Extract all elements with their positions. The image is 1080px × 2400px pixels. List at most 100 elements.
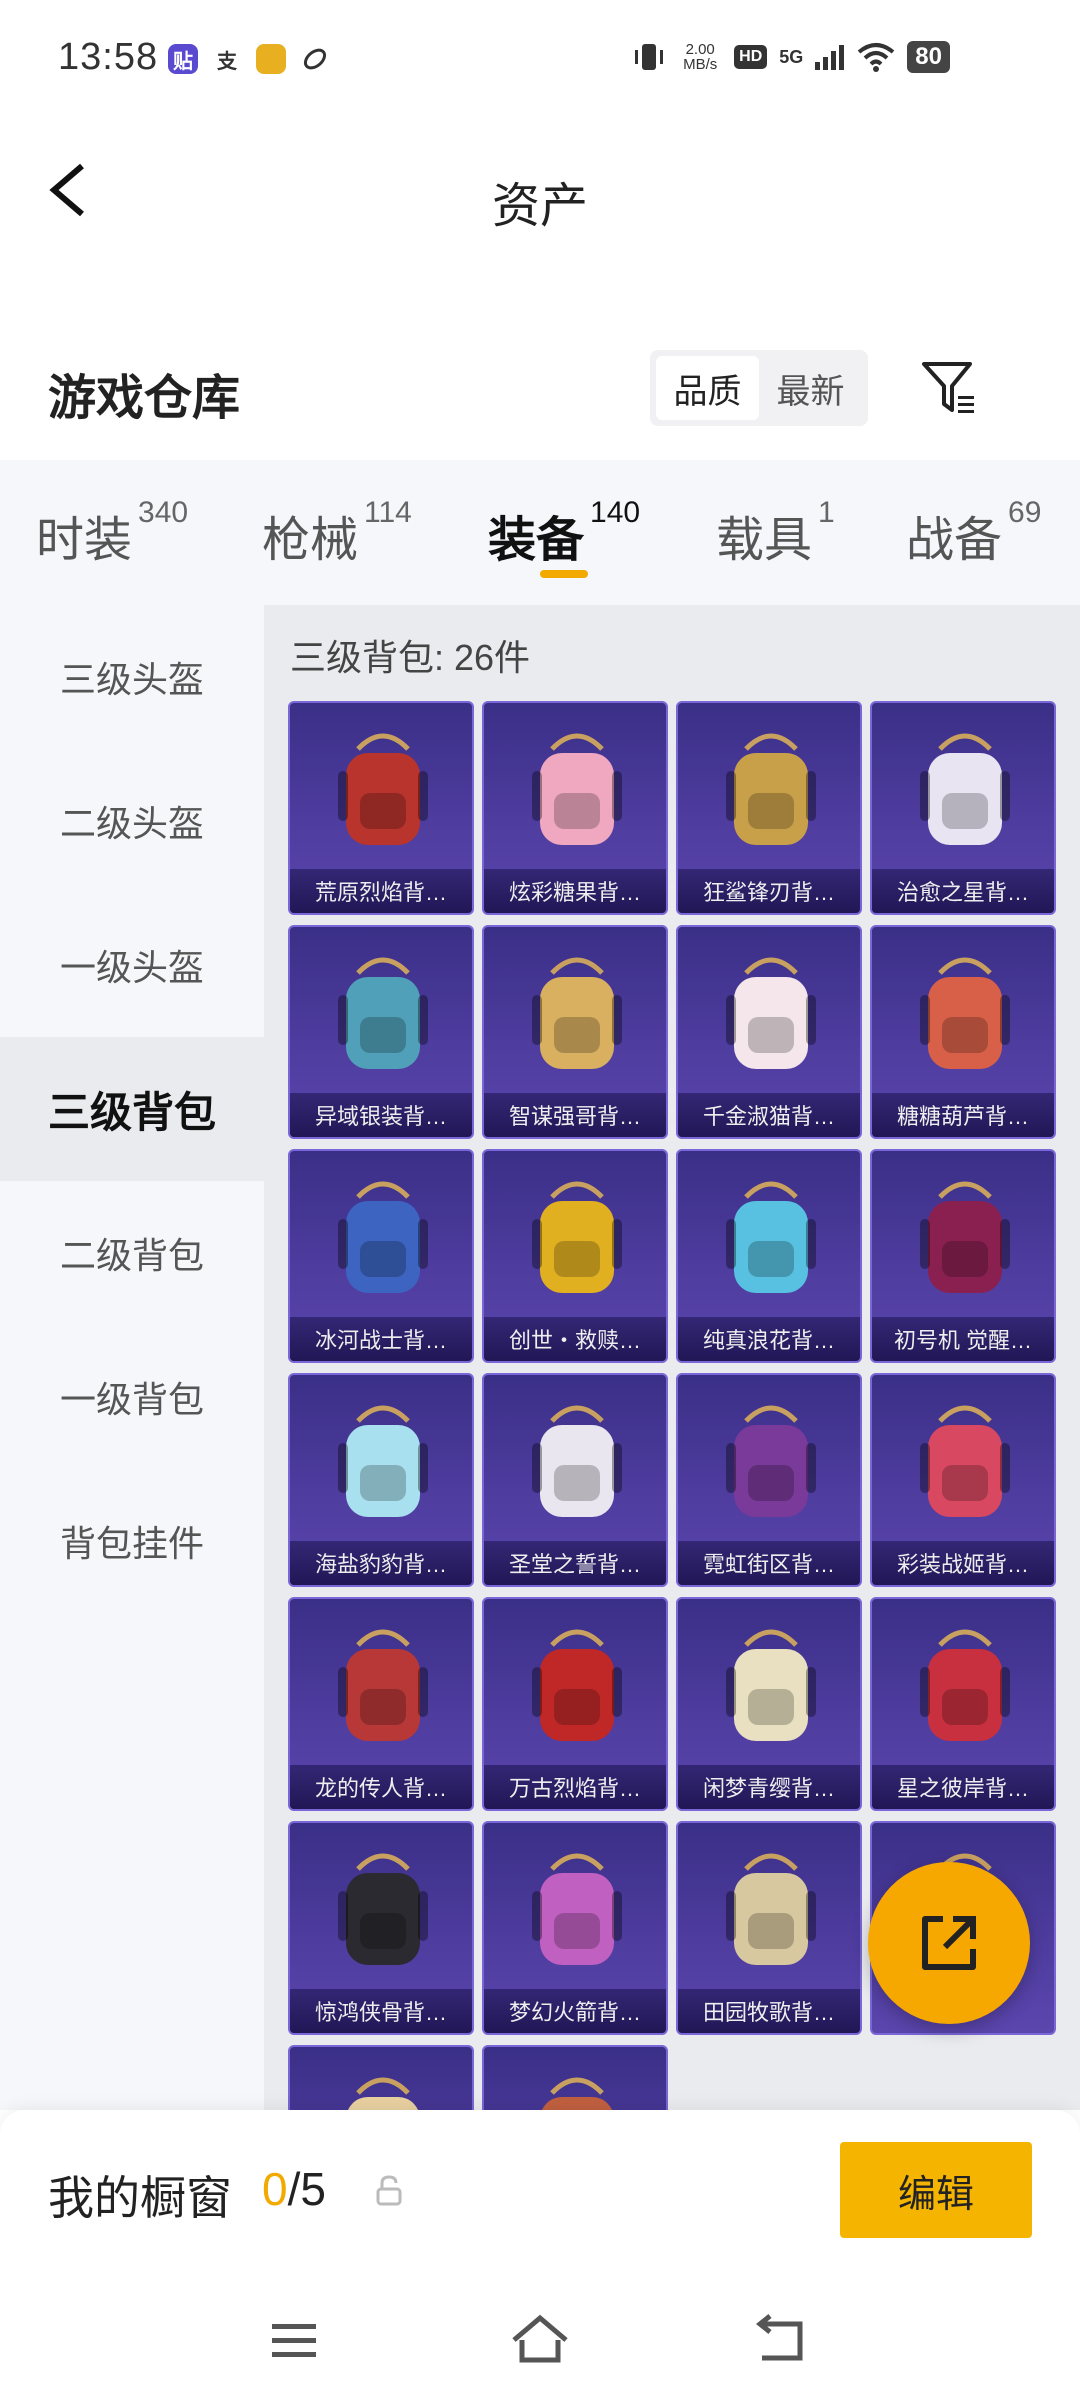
- signal-icon: [815, 45, 845, 70]
- item-name: 彩装战姬背…: [872, 1541, 1054, 1585]
- item-name: 荒原烈焰背…: [290, 869, 472, 913]
- backpack-icon: [502, 1615, 652, 1765]
- home-nav-button[interactable]: [510, 2310, 570, 2370]
- tab-vehicles[interactable]: 载具1: [716, 496, 835, 570]
- backpack-item-card[interactable]: 冰河战士背…: [288, 1149, 474, 1363]
- backpack-icon: [502, 2063, 652, 2110]
- backpack-item-card[interactable]: 荒原烈焰背…: [288, 701, 474, 915]
- item-name: 智谋强哥背…: [484, 1093, 666, 1137]
- menu-icon: [272, 2324, 316, 2357]
- item-name: 创世・救赎…: [484, 1317, 666, 1361]
- backpack-item-card[interactable]: 海盐豹豹背…: [288, 1373, 474, 1587]
- showcase-label: 我的橱窗: [48, 2172, 232, 2224]
- backpack-item-card[interactable]: 治愈之星背…: [870, 701, 1056, 915]
- item-name: 星之彼岸背…: [872, 1765, 1054, 1809]
- sidebar-item-level1-backpack[interactable]: 一级背包: [0, 1325, 264, 1469]
- backpack-icon: [696, 943, 846, 1093]
- backpack-icon: [502, 1391, 652, 1541]
- home-icon: [512, 2314, 568, 2363]
- backpack-item-card[interactable]: [288, 2045, 474, 2110]
- backpack-item-card[interactable]: 田园牧歌背…: [676, 1821, 862, 2035]
- category-tabs: 时装340 枪械114 装备140 载具1 战备69: [0, 460, 1080, 605]
- item-name: 狂鲨锋刃背…: [678, 869, 860, 913]
- backpack-icon: [696, 1167, 846, 1317]
- backpack-item-card[interactable]: 彩装战姬背…: [870, 1373, 1056, 1587]
- link-icon: [300, 44, 330, 74]
- sidebar-item-backpack-pendant[interactable]: 背包挂件: [0, 1469, 264, 1613]
- sort-quality-button[interactable]: 品质: [656, 356, 759, 420]
- notification-icons: 贴 支: [168, 44, 330, 74]
- sidebar-item-level1-helmet[interactable]: 一级头盔: [0, 893, 264, 1037]
- backpack-item-card[interactable]: 狂鲨锋刃背…: [676, 701, 862, 915]
- menu-nav-button[interactable]: [264, 2310, 324, 2370]
- filter-button[interactable]: [918, 356, 982, 420]
- backpack-item-card[interactable]: 梦幻火箭背…: [482, 1821, 668, 2035]
- backpack-icon: [308, 943, 458, 1093]
- backpack-item-card[interactable]: 星之彼岸背…: [870, 1597, 1056, 1811]
- sidebar-item-level3-helmet[interactable]: 三级头盔: [0, 605, 264, 749]
- backpack-item-card[interactable]: 千金淑猫背…: [676, 925, 862, 1139]
- backpack-item-card[interactable]: 糖糖葫芦背…: [870, 925, 1056, 1139]
- section-title: 游戏仓库: [48, 372, 241, 425]
- back-nav-button[interactable]: [750, 2310, 810, 2370]
- sidebar-item-level3-backpack[interactable]: 三级背包: [0, 1037, 264, 1181]
- backpack-item-card[interactable]: 龙的传人背…: [288, 1597, 474, 1811]
- backpack-icon: [696, 1839, 846, 1989]
- backpack-item-card[interactable]: 异域银装背…: [288, 925, 474, 1139]
- sidebar-item-level2-helmet[interactable]: 二级头盔: [0, 749, 264, 893]
- showcase-bar: 我的橱窗 0/5 编辑: [0, 2110, 1080, 2280]
- backpack-item-card[interactable]: 万古烈焰背…: [482, 1597, 668, 1811]
- return-icon: [755, 2314, 803, 2361]
- backpack-icon: [890, 719, 1040, 869]
- backpack-icon: [502, 1839, 652, 1989]
- status-time: 13:58: [58, 36, 159, 78]
- sidebar-item-level2-backpack[interactable]: 二级背包: [0, 1181, 264, 1325]
- status-right: 2.00 MB/s HD 5G 80: [632, 40, 950, 74]
- backpack-item-card[interactable]: 智谋强哥背…: [482, 925, 668, 1139]
- sort-newest-button[interactable]: 最新: [759, 356, 862, 420]
- edit-button[interactable]: 编辑: [840, 2142, 1032, 2238]
- backpack-icon: [696, 719, 846, 869]
- tab-firearms[interactable]: 枪械114: [262, 496, 412, 570]
- backpack-item-card[interactable]: 创世・救赎…: [482, 1149, 668, 1363]
- backpack-item-card[interactable]: 纯真浪花背…: [676, 1149, 862, 1363]
- share-button[interactable]: [868, 1862, 1030, 2024]
- hd-badge: HD: [734, 45, 768, 69]
- item-name: 万古烈焰背…: [484, 1765, 666, 1809]
- sort-toggle: 品质 最新: [650, 350, 868, 426]
- share-icon: [922, 1916, 976, 1970]
- backpack-item-card[interactable]: 初号机 觉醒…: [870, 1149, 1056, 1363]
- item-name: 圣堂之誓背…: [484, 1541, 666, 1585]
- item-name: 冰河战士背…: [290, 1317, 472, 1361]
- page-title: 资产: [491, 180, 588, 233]
- tab-equipment[interactable]: 装备140: [488, 496, 640, 570]
- backpack-icon: [696, 1615, 846, 1765]
- item-name: 糖糖葫芦背…: [872, 1093, 1054, 1137]
- backpack-icon: [308, 719, 458, 869]
- tab-tactical[interactable]: 战备69: [906, 496, 1041, 570]
- backpack-item-card[interactable]: [482, 2045, 668, 2110]
- backpack-icon: [308, 1391, 458, 1541]
- filter-icon: [922, 362, 974, 413]
- item-name: 惊鸿侠骨背…: [290, 1989, 472, 2033]
- alipay-icon: 支: [212, 44, 242, 74]
- backpack-icon: [502, 1167, 652, 1317]
- network-type: 5G: [779, 46, 804, 67]
- tab-indicator: [540, 570, 588, 578]
- item-name: 炫彩糖果背…: [484, 869, 666, 913]
- backpack-item-card[interactable]: 霓虹街区背…: [676, 1373, 862, 1587]
- item-name: 梦幻火箭背…: [484, 1989, 666, 2033]
- item-name: 异域银装背…: [290, 1093, 472, 1137]
- backpack-item-card[interactable]: 惊鸿侠骨背…: [288, 1821, 474, 2035]
- backpack-icon: [308, 1167, 458, 1317]
- backpack-item-card[interactable]: 圣堂之誓背…: [482, 1373, 668, 1587]
- backpack-icon: [890, 1615, 1040, 1765]
- item-name: 霓虹街区背…: [678, 1541, 860, 1585]
- item-name: 闲梦青缨背…: [678, 1765, 860, 1809]
- warehouse-header: 游戏仓库 品质 最新: [0, 340, 1080, 460]
- backpack-item-card[interactable]: 炫彩糖果背…: [482, 701, 668, 915]
- tieba-icon: 贴: [168, 44, 198, 74]
- backpack-item-card[interactable]: 闲梦青缨背…: [676, 1597, 862, 1811]
- backpack-icon: [890, 1391, 1040, 1541]
- tab-fashion[interactable]: 时装340: [36, 496, 188, 570]
